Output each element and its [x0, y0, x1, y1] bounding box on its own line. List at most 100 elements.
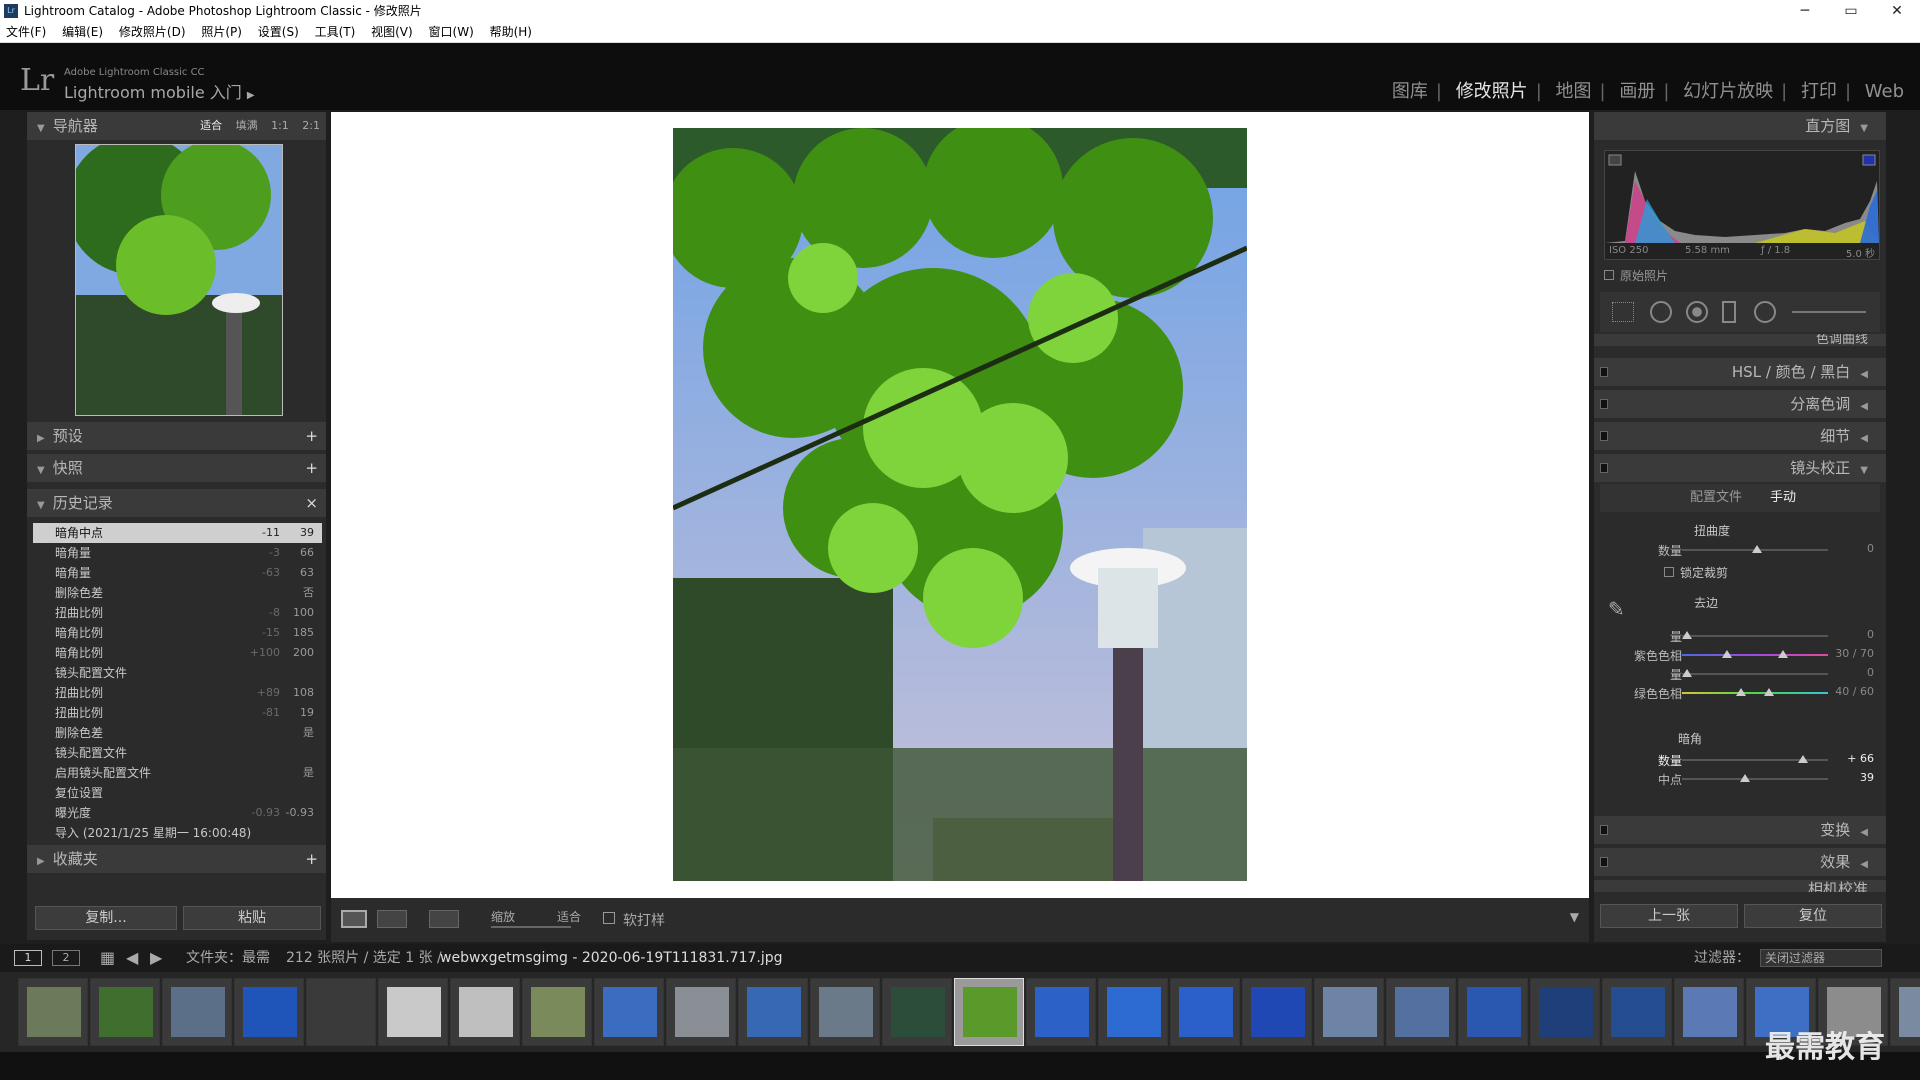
filmstrip-thumbnail[interactable]	[1314, 978, 1384, 1046]
filmstrip-thumbnail[interactable]	[1098, 978, 1168, 1046]
filmstrip-thumbnail[interactable]	[234, 978, 304, 1046]
history-item[interactable]: 镜头配置文件	[33, 663, 322, 683]
module-web[interactable]: Web	[1857, 81, 1912, 102]
calibration-header[interactable]: 相机校准	[1594, 880, 1886, 892]
filmstrip-thumbnail[interactable]	[1026, 978, 1096, 1046]
crop-tool-icon[interactable]	[1612, 302, 1634, 322]
menu-edit[interactable]: 编辑(E)	[62, 25, 103, 39]
history-item[interactable]: 曝光度 -0.93 -0.93	[33, 803, 322, 823]
before-after-lr-icon[interactable]	[377, 910, 407, 928]
module-print[interactable]: 打印	[1793, 81, 1845, 102]
constrain-crop-checkbox[interactable]	[1664, 567, 1674, 577]
folder-label[interactable]: 文件夹：最需	[186, 944, 270, 972]
original-photo-checkbox[interactable]	[1604, 270, 1614, 280]
tonecurve-header[interactable]: 色调曲线	[1594, 334, 1886, 346]
filmstrip-thumbnail[interactable]	[1242, 978, 1312, 1046]
effects-header[interactable]: 效果 ◀	[1594, 848, 1886, 876]
distortion-amount-row[interactable]: 数量 0	[1594, 540, 1886, 558]
redeye-icon[interactable]	[1686, 301, 1708, 323]
zoom-slider[interactable]	[491, 926, 571, 928]
filmstrip-thumbnail[interactable]	[738, 978, 808, 1046]
screen-2-button[interactable]: 2	[52, 950, 80, 966]
toolbar-menu-icon[interactable]: ▼	[1570, 910, 1579, 924]
history-item[interactable]: 扭曲比例 -81 19	[33, 703, 322, 723]
vignette-midpoint-row[interactable]: 中点 39	[1594, 769, 1886, 787]
presets-header[interactable]: ▶ 预设 +	[27, 422, 326, 450]
module-slideshow[interactable]: 幻灯片放映	[1675, 81, 1781, 102]
before-after-tb-icon[interactable]	[429, 910, 459, 928]
radial-filter-icon[interactable]	[1754, 301, 1776, 323]
nav-fit[interactable]: 适合	[200, 119, 222, 132]
lens-corrections-header[interactable]: 镜头校正 ▼	[1594, 454, 1886, 482]
history-item[interactable]: 复位设置	[33, 783, 322, 803]
navigator-preview[interactable]	[75, 144, 283, 416]
nav-1to1[interactable]: 1:1	[271, 119, 289, 132]
current-filename[interactable]: webwxgetmsgimg - 2020-06-19T111831.717.j…	[440, 944, 783, 972]
filmstrip-thumbnail[interactable]	[18, 978, 88, 1046]
filmstrip-thumbnail[interactable]	[1674, 978, 1744, 1046]
nav-2to1[interactable]: 2:1	[302, 119, 320, 132]
filmstrip-thumbnail[interactable]	[378, 978, 448, 1046]
menu-view[interactable]: 视图(V)	[371, 25, 413, 39]
back-arrow-icon[interactable]: ◀	[126, 944, 138, 972]
detail-header[interactable]: 细节 ◀	[1594, 422, 1886, 450]
maximize-button[interactable]: ▭	[1828, 0, 1874, 22]
vignette-amount-row[interactable]: 数量 + 66	[1594, 750, 1886, 768]
close-button[interactable]: ✕	[1874, 0, 1920, 22]
filmstrip-thumbnail[interactable]	[1458, 978, 1528, 1046]
filmstrip-thumbnail[interactable]	[1386, 978, 1456, 1046]
filmstrip-thumbnail[interactable]	[450, 978, 520, 1046]
history-header[interactable]: ▼ 历史记录 ×	[27, 489, 326, 517]
minimize-button[interactable]: ─	[1782, 0, 1828, 22]
menu-help[interactable]: 帮助(H)	[490, 25, 532, 39]
module-library[interactable]: 图库	[1384, 81, 1436, 102]
filmstrip-thumbnail[interactable]	[882, 978, 952, 1046]
history-item[interactable]: 暗角比例 +100 200	[33, 643, 322, 663]
history-item[interactable]: 启用镜头配置文件是	[33, 763, 322, 783]
lens-tab-profile[interactable]: 配置文件	[1690, 484, 1742, 512]
history-item[interactable]: 暗角量 -63 63	[33, 563, 322, 583]
defringe-eyedropper-icon[interactable]: ✎	[1608, 597, 1625, 621]
softproof-checkbox[interactable]	[603, 912, 615, 924]
paste-button[interactable]: 粘贴	[183, 906, 321, 930]
filter-dropdown[interactable]: 关闭过滤器	[1760, 949, 1882, 967]
filmstrip-thumbnail[interactable]	[1170, 978, 1240, 1046]
filmstrip-thumbnail[interactable]	[1602, 978, 1672, 1046]
transform-header[interactable]: 变换 ◀	[1594, 816, 1886, 844]
copy-button[interactable]: 复制...	[35, 906, 177, 930]
history-item[interactable]: 删除色差是	[33, 723, 322, 743]
menu-tools[interactable]: 工具(T)	[315, 25, 356, 39]
menu-file[interactable]: 文件(F)	[6, 25, 46, 39]
defringe-purple-amount[interactable]: 量0	[1594, 626, 1886, 644]
split-toning-header[interactable]: 分离色调 ◀	[1594, 390, 1886, 418]
collections-header[interactable]: ▶ 收藏夹 +	[27, 845, 326, 873]
history-item[interactable]: 扭曲比例 -8 100	[33, 603, 322, 623]
history-item[interactable]: 暗角中点 -11 39	[33, 523, 322, 543]
filmstrip-thumbnail[interactable]	[306, 978, 376, 1046]
filmstrip-thumbnail[interactable]	[90, 978, 160, 1046]
brush-slider[interactable]	[1792, 311, 1866, 313]
menu-develop[interactable]: 修改照片(D)	[119, 25, 186, 39]
defringe-purple-hue[interactable]: 紫色色相 30 / 70	[1594, 645, 1886, 663]
menu-window[interactable]: 窗口(W)	[429, 25, 474, 39]
history-item[interactable]: 暗角量 -3 66	[33, 543, 322, 563]
nav-fill[interactable]: 填满	[236, 119, 258, 132]
filmstrip-thumbnail[interactable]	[666, 978, 736, 1046]
history-item[interactable]: 暗角比例 -15 185	[33, 623, 322, 643]
navigator-header[interactable]: ▼ 导航器 适合 填满 1:1 2:1	[27, 112, 326, 140]
filmstrip-thumbnail[interactable]	[162, 978, 232, 1046]
module-map[interactable]: 地图	[1548, 81, 1600, 102]
spot-removal-icon[interactable]	[1650, 301, 1672, 323]
filmstrip-thumbnail[interactable]	[810, 978, 880, 1046]
filmstrip-thumbnail[interactable]	[522, 978, 592, 1046]
snapshots-header[interactable]: ▼ 快照 +	[27, 454, 326, 482]
defringe-green-amount[interactable]: 量0	[1594, 664, 1886, 682]
reset-button[interactable]: 复位	[1744, 904, 1882, 928]
filmstrip-thumbnail[interactable]	[594, 978, 664, 1046]
menu-settings[interactable]: 设置(S)	[258, 25, 299, 39]
hsl-header[interactable]: HSL / 颜色 / 黑白 ◀	[1594, 358, 1886, 386]
menu-photo[interactable]: 照片(P)	[201, 25, 242, 39]
previous-button[interactable]: 上一张	[1600, 904, 1738, 928]
graduated-filter-icon[interactable]	[1722, 301, 1736, 323]
histogram[interactable]: ISO 250 5.58 mm ƒ / 1.8 5.0 秒	[1604, 150, 1880, 260]
